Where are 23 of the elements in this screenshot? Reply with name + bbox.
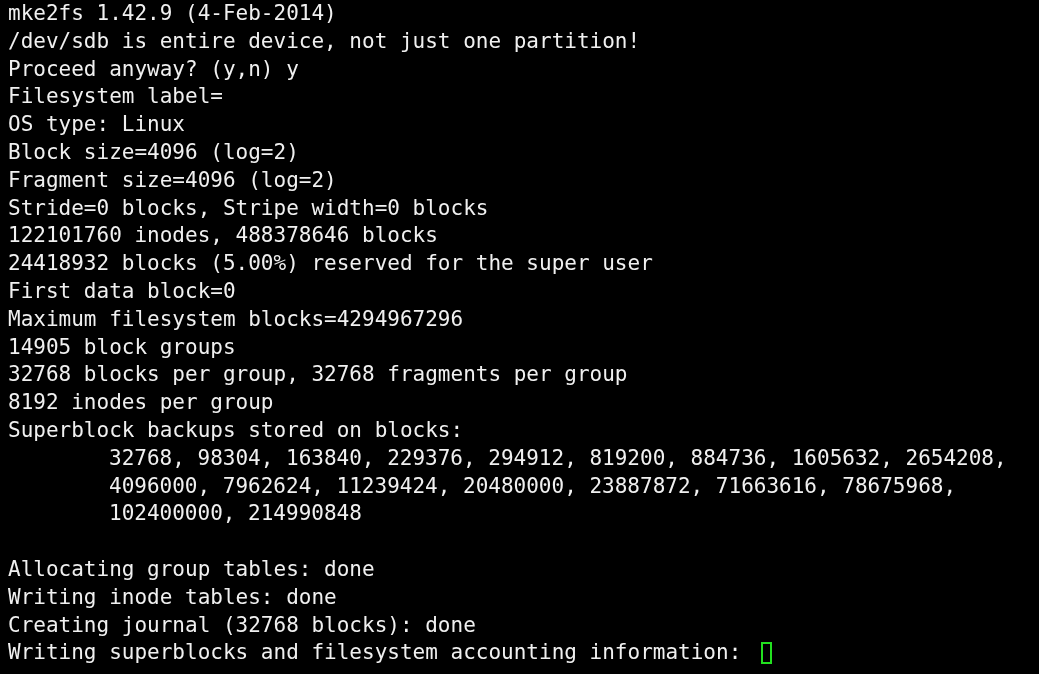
terminal-line: 32768 blocks per group, 32768 fragments per group [8,361,628,389]
terminal-line: Block size=4096 (log=2) [8,139,299,166]
terminal-line: Superblock backups stored on blocks: [8,416,464,444]
terminal-line: /dev/sdb is entire device, not just one partition! [8,27,641,55]
terminal-line: 32768, 98304, 163840, 229376, 294912, 819200, 884736, 1605632, 2654208, [109,444,1007,472]
terminal-line: Fragment size=4096 (log=2) [8,166,337,194]
terminal-line: 122101760 inodes, 488378646 blocks [8,222,438,250]
terminal-line: OS type: Linux [8,111,185,139]
terminal-line: 14905 block groups [8,333,236,361]
terminal-line: Writing superblocks and filesystem accounting information: [8,639,743,667]
terminal-line: Filesystem label= [8,83,223,111]
terminal-line: Maximum filesystem blocks=4294967296 [8,305,464,333]
terminal-line: Allocating group tables: done [8,555,375,583]
terminal-line: mke2fs 1.42.9 (4-Feb-2014) [8,0,337,27]
terminal-line: Proceed anyway? (y,n) y [8,55,299,83]
terminal-line: Writing inode tables: done [8,583,337,611]
terminal-line: 24418932 blocks (5.00%) reserved for the super user [8,250,653,278]
terminal-line: Creating journal (32768 blocks): done [8,611,476,639]
terminal-line: 4096000, 7962624, 11239424, 20480000, 23887872, 71663616, 78675968, [109,472,957,500]
terminal-line: First data block=0 [8,277,236,305]
terminal-line: 8192 inodes per group [8,389,274,417]
terminal-line: Stride=0 blocks, Stripe width=0 blocks [8,194,489,222]
terminal-line: 102400000, 214990848 [109,500,362,528]
